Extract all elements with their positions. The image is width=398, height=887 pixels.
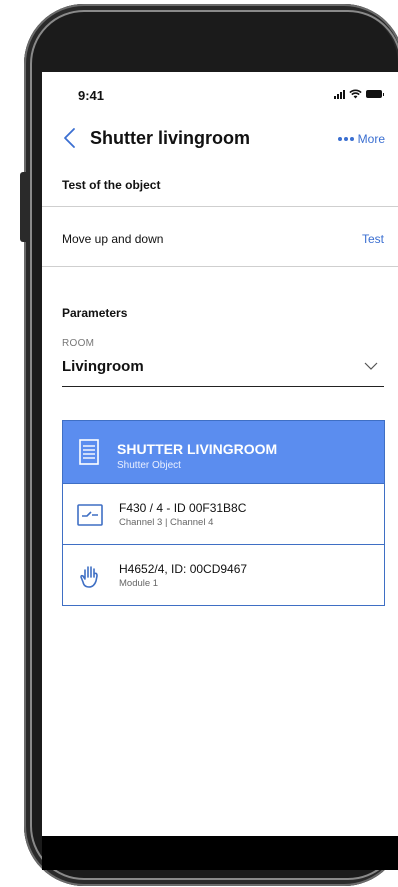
test-row-label: Move up and down [62,232,164,246]
more-button[interactable]: More [337,132,385,146]
back-chevron-icon[interactable] [60,126,82,150]
card-row-subtitle: Module 1 [119,578,159,589]
room-value: Livingroom [62,358,144,375]
list-item[interactable]: F430 / 4 - ID 00F31B8C Channel 3 | Chann… [63,483,384,544]
divider [42,266,398,267]
card-subtitle: Shutter Object [117,460,181,471]
chevron-down-icon[interactable] [364,359,378,373]
battery-icon [366,90,384,98]
list-item[interactable]: H4652/4, ID: 00CD9467 Module 1 [63,544,384,605]
object-card: SHUTTER LIVINGROOM Shutter Object F430 /… [62,420,385,606]
status-icons [334,89,384,99]
hand-icon [80,566,98,588]
wifi-icon [349,89,362,99]
switch-icon [77,504,103,526]
page-title: Shutter livingroom [90,128,251,148]
card-row-title: F430 / 4 - ID 00F31B8C [119,501,247,515]
list-document-icon [79,439,99,465]
divider [42,206,398,207]
test-section-title: Test of the object [62,178,161,192]
more-label: More [357,132,385,146]
phone-bottom-bezel [42,836,398,870]
card-row-subtitle: Channel 3 | Channel 4 [119,517,214,528]
app-screen: 9:41 Shutter livingroom More Test of the… [42,72,398,852]
more-dots-icon [337,137,354,141]
cellular-signal-icon [334,89,345,99]
status-time: 9:41 [78,88,105,103]
room-field-underline [62,386,384,387]
nav-bar: Shutter livingroom More [42,122,398,154]
card-title: SHUTTER LIVINGROOM [117,441,278,457]
card-row-title: H4652/4, ID: 00CD9467 [119,562,248,576]
card-header[interactable]: SHUTTER LIVINGROOM Shutter Object [63,421,384,483]
parameters-title: Parameters [62,306,128,320]
status-bar: 9:41 [42,72,398,116]
phone-side-button [20,172,27,242]
test-button[interactable]: Test [362,232,384,246]
room-label: ROOM [62,338,95,349]
